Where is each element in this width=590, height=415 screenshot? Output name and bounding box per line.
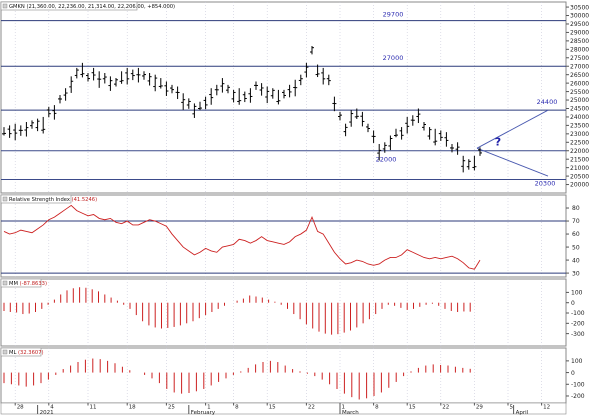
y-tick-label: 22500: [570, 139, 589, 146]
y-tick-label: 26000: [570, 80, 589, 87]
x-tick-label: 15: [269, 405, 276, 411]
y-tick-label: -300: [571, 331, 585, 338]
y-tick-label: 30: [572, 270, 580, 277]
y-tick-label: 24000: [570, 114, 589, 121]
month-label: 2021: [40, 410, 54, 415]
panel-title-tab: GMKN (21,360.00, 22,236.00, 21,314.00, 2…: [0, 1, 175, 11]
y-tick-label: 0: [571, 370, 575, 377]
month-label: March: [342, 410, 359, 415]
x-tick-label: 11: [90, 405, 97, 411]
y-tick-label: 27500: [570, 55, 589, 62]
level-label: 29700: [383, 11, 404, 19]
y-tick-label: 21500: [570, 156, 589, 163]
panel-title-tab: MM (-87.8633): [0, 278, 47, 288]
y-tick-label: 0: [571, 300, 575, 307]
y-tick-label: 50: [572, 244, 580, 251]
x-tick-label: 18: [129, 405, 136, 411]
y-tick-label: 100: [571, 290, 583, 297]
y-tick-label: 26500: [570, 72, 589, 79]
y-tick-label: 20500: [570, 173, 589, 180]
y-tick-label: -200: [571, 393, 585, 400]
panel-title: GMKN (21,360.00, 22,236.00, 21,314.00, 2…: [9, 4, 175, 10]
x-tick-label: 29: [476, 405, 483, 411]
month-label: February: [191, 410, 216, 415]
x-tick-label: 15: [409, 405, 416, 411]
y-tick-label: 30000: [570, 13, 589, 20]
y-tick-label: 40: [572, 257, 580, 264]
x-tick-label: 22: [442, 405, 449, 411]
panel-title-tab: Relative Strength Index (41.5246): [0, 194, 97, 204]
y-tick-label: -100: [571, 381, 585, 388]
y-tick-label: 27000: [570, 63, 589, 70]
y-tick-label: -100: [571, 310, 585, 317]
y-tick-label: 70: [572, 218, 580, 225]
y-tick-label: 23000: [570, 131, 589, 138]
panel-menu-icon: [2, 196, 8, 202]
y-tick-label: 28500: [570, 38, 589, 45]
x-tick-label: 22: [308, 405, 315, 411]
level-label: 24400: [537, 98, 558, 106]
panel-menu-icon: [2, 280, 8, 286]
x-tick-label: 8: [235, 405, 239, 411]
panel-frame: [0, 347, 567, 404]
y-tick-label: 28000: [570, 47, 589, 54]
y-tick-label: 30500: [570, 4, 589, 11]
question-annotation: ?: [495, 136, 501, 149]
panel-title: MM (-87.8633): [9, 281, 47, 287]
y-tick-label: 23500: [570, 123, 589, 130]
y-tick-label: 80: [572, 205, 580, 212]
x-tick-label: 25: [168, 405, 175, 411]
x-tick-label: 8: [375, 405, 379, 411]
panel-menu-icon: [2, 349, 8, 355]
y-tick-label: 29000: [570, 30, 589, 37]
y-tick-label: 100: [571, 358, 583, 365]
y-tick-label: 21000: [570, 165, 589, 172]
level-label: 20300: [535, 179, 556, 187]
y-tick-label: 25500: [570, 89, 589, 96]
x-tick-label: 5: [510, 405, 514, 411]
level-label: 27000: [383, 54, 404, 62]
y-tick-label: 20000: [570, 182, 589, 189]
panel-title: ML (32.3607): [9, 350, 44, 356]
x-tick-label: 28: [17, 405, 24, 411]
panel-title-tab: ML (32.3607): [0, 347, 44, 357]
chart-window: 2970027000244002200020300?30500300002950…: [0, 1, 589, 415]
y-tick-label: 22000: [570, 148, 589, 155]
x-tick-label: 12: [543, 405, 550, 411]
month-label: April: [516, 410, 529, 415]
y-tick-label: 60: [572, 231, 580, 238]
y-tick-label: 25000: [570, 97, 589, 104]
y-tick-label: -200: [571, 321, 585, 328]
y-tick-label: 24500: [570, 106, 589, 113]
panel-frame: [0, 194, 567, 278]
panel-title: Relative Strength Index (41.5246): [9, 197, 97, 203]
y-tick-label: 29500: [570, 21, 589, 28]
panel-menu-icon: [2, 3, 8, 9]
